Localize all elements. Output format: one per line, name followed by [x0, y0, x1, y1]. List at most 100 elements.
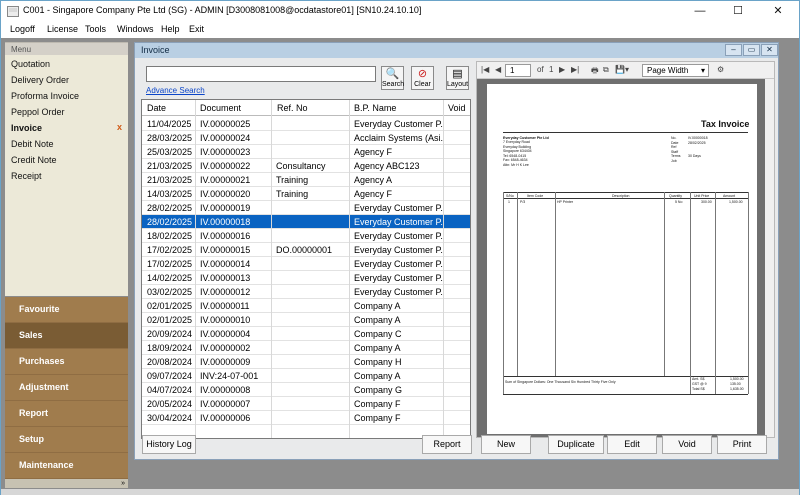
table-row[interactable]: 03/02/2025 IV.00000012 Everyday Customer P…	[142, 285, 470, 299]
table-cell: Everyday Customer P...	[354, 203, 443, 213]
table-row[interactable]: 20/09/2024 IV.00000004 Company C	[142, 327, 470, 341]
table-row[interactable]: 25/03/2025 IV.00000023 Agency F	[142, 145, 470, 159]
table-row[interactable]: 17/02/2025 IV.00000014 Everyday Customer P…	[142, 257, 470, 271]
doc-text: P/3	[520, 200, 526, 204]
table-cell: IV.00000010	[200, 315, 251, 325]
group-maintenance[interactable]: Maintenance	[5, 453, 128, 479]
menu-logoff[interactable]: Logoff	[10, 24, 35, 34]
col-bp-name[interactable]: B.P. Name	[354, 103, 396, 113]
table-row[interactable]: 28/02/2025 IV.00000019 Everyday Customer P…	[142, 201, 470, 215]
table-cell: 02/01/2025	[147, 301, 193, 311]
sidebar-item-debit-note[interactable]: Debit Note	[5, 135, 128, 151]
total-pages: 1	[549, 65, 554, 74]
col-document[interactable]: Document	[200, 103, 241, 113]
panel-restore-button[interactable]: ▭	[743, 44, 760, 56]
panel-close-button[interactable]: ✕	[761, 44, 778, 56]
table-cell: Training	[276, 189, 309, 199]
report-button[interactable]: Report	[422, 435, 472, 454]
col-date[interactable]: Date	[147, 103, 166, 113]
doc-text: S/No	[506, 193, 514, 198]
settings-icon[interactable]: ⚙	[717, 65, 724, 74]
group-adjustment[interactable]: Adjustment	[5, 375, 128, 401]
table-row[interactable]: 20/08/2024 IV.00000009 Company H	[142, 355, 470, 369]
group-report[interactable]: Report	[5, 401, 128, 427]
table-cell: IV.00000023	[200, 147, 251, 157]
table-row[interactable]: 18/02/2025 IV.00000016 Everyday Customer P…	[142, 229, 470, 243]
menu-windows[interactable]: Windows	[117, 24, 154, 34]
group-setup[interactable]: Setup	[5, 427, 128, 453]
sidebar-expand-icon[interactable]: »	[5, 479, 128, 488]
menu-license[interactable]: License	[47, 24, 78, 34]
void-button[interactable]: Void	[662, 435, 712, 454]
table-row[interactable]: 28/03/2025 IV.00000024 Acclaim Systems (As…	[142, 131, 470, 145]
table-cell: IV.00000021	[200, 175, 251, 185]
clear-button[interactable]: ⊘ Clear	[411, 66, 434, 90]
table-row[interactable]: 11/04/2025 IV.00000025 Everyday Customer P…	[142, 117, 470, 131]
new-button[interactable]: New	[481, 435, 531, 454]
edit-button[interactable]: Edit	[607, 435, 657, 454]
table-row[interactable]: 02/01/2025 IV.00000010 Company A	[142, 313, 470, 327]
page-number-input[interactable]: 1	[505, 64, 531, 77]
close-icon[interactable]: x	[117, 122, 122, 132]
prev-page-icon[interactable]: ◀	[495, 65, 501, 74]
table-row[interactable]: 21/03/2025 IV.00000021 Training Agency A	[142, 173, 470, 187]
minimize-button[interactable]: —	[681, 1, 719, 21]
print-button[interactable]: Print	[717, 435, 767, 454]
table-row[interactable]: 09/07/2024 INV:24-07-001 Company A	[142, 369, 470, 383]
table-cell: 25/03/2025	[147, 147, 193, 157]
history-log-button[interactable]: History Log	[142, 435, 196, 454]
duplicate-button[interactable]: Duplicate	[548, 435, 604, 454]
table-row[interactable]: 28/02/2025 IV.00000018 Everyday Customer P…	[142, 215, 470, 229]
menu-exit[interactable]: Exit	[189, 24, 204, 34]
layout-button[interactable]: ▤ Layout	[446, 66, 469, 90]
group-purchases[interactable]: Purchases	[5, 349, 128, 375]
table-row[interactable]: 17/02/2025 IV.00000015 DO.00000001 Everyday…	[142, 243, 470, 257]
table-cell: IV.00000008	[200, 385, 251, 395]
panel-minimize-button[interactable]: –	[725, 44, 742, 56]
last-page-icon[interactable]: ▶|	[571, 65, 579, 74]
table-cell: Acclaim Systems (Asi...	[354, 133, 443, 143]
menu-tools[interactable]: Tools	[85, 24, 106, 34]
table-col-line	[748, 192, 749, 394]
sidebar-item-invoice[interactable]: Invoice x	[5, 119, 128, 135]
panel-title-text: Invoice	[141, 45, 170, 55]
col-void[interactable]: Void	[448, 103, 466, 113]
table-row[interactable]: 21/03/2025 IV.00000022 Consultancy Agency A…	[142, 159, 470, 173]
preview-scrollbar[interactable]	[765, 79, 774, 437]
sidebar-item-quotation[interactable]: Quotation	[5, 55, 128, 71]
copy-icon[interactable]: ⧉	[603, 65, 609, 75]
sidebar-item-proforma-invoice[interactable]: Proforma Invoice	[5, 87, 128, 103]
table-row[interactable]: 14/03/2025 IV.00000020 Training Agency F	[142, 187, 470, 201]
title-bar[interactable]: C001 - Singapore Company Pte Ltd (SG) - …	[1, 1, 799, 21]
sidebar-item-receipt[interactable]: Receipt	[5, 167, 128, 183]
table-cell: 17/02/2025	[147, 259, 193, 269]
table-cell: Everyday Customer P...	[354, 245, 443, 255]
search-input[interactable]	[146, 66, 376, 82]
zoom-select[interactable]: Page Width	[642, 64, 709, 77]
col-ref-no[interactable]: Ref. No	[277, 103, 308, 113]
table-row[interactable]: 20/05/2024 IV.00000007 Company F	[142, 397, 470, 411]
doc-text: 135.00	[730, 382, 741, 386]
table-row[interactable]: 04/07/2024 IV.00000008 Company G	[142, 383, 470, 397]
advance-search-link[interactable]: Advance Search	[146, 86, 205, 95]
table-cell: IV.00000022	[200, 161, 251, 171]
table-row[interactable]: 02/01/2025 IV.00000011 Company A	[142, 299, 470, 313]
sidebar-item-delivery-order[interactable]: Delivery Order	[5, 71, 128, 87]
group-favourite[interactable]: Favourite	[5, 297, 128, 323]
table-cell: IV.00000013	[200, 273, 251, 283]
first-page-icon[interactable]: |◀	[481, 65, 489, 74]
menu-help[interactable]: Help	[161, 24, 180, 34]
search-button[interactable]: 🔍 Search	[381, 66, 404, 90]
table-row[interactable]: 14/02/2025 IV.00000013 Everyday Customer P…	[142, 271, 470, 285]
group-sales[interactable]: Sales	[5, 323, 128, 349]
sidebar-item-credit-note[interactable]: Credit Note	[5, 151, 128, 167]
export-icon[interactable]: 💾▾	[615, 65, 629, 74]
table-row[interactable]: 30/04/2024 IV.00000006 Company F	[142, 411, 470, 425]
maximize-button[interactable]: ☐	[719, 1, 757, 21]
next-page-icon[interactable]: ▶	[559, 65, 565, 74]
close-button[interactable]: ✕	[758, 1, 798, 21]
table-col-line	[503, 192, 504, 394]
print-icon[interactable]: 🖶	[591, 65, 599, 79]
sidebar-item-peppol-order[interactable]: Peppol Order	[5, 103, 128, 119]
table-row[interactable]: 18/09/2024 IV.00000002 Company A	[142, 341, 470, 355]
